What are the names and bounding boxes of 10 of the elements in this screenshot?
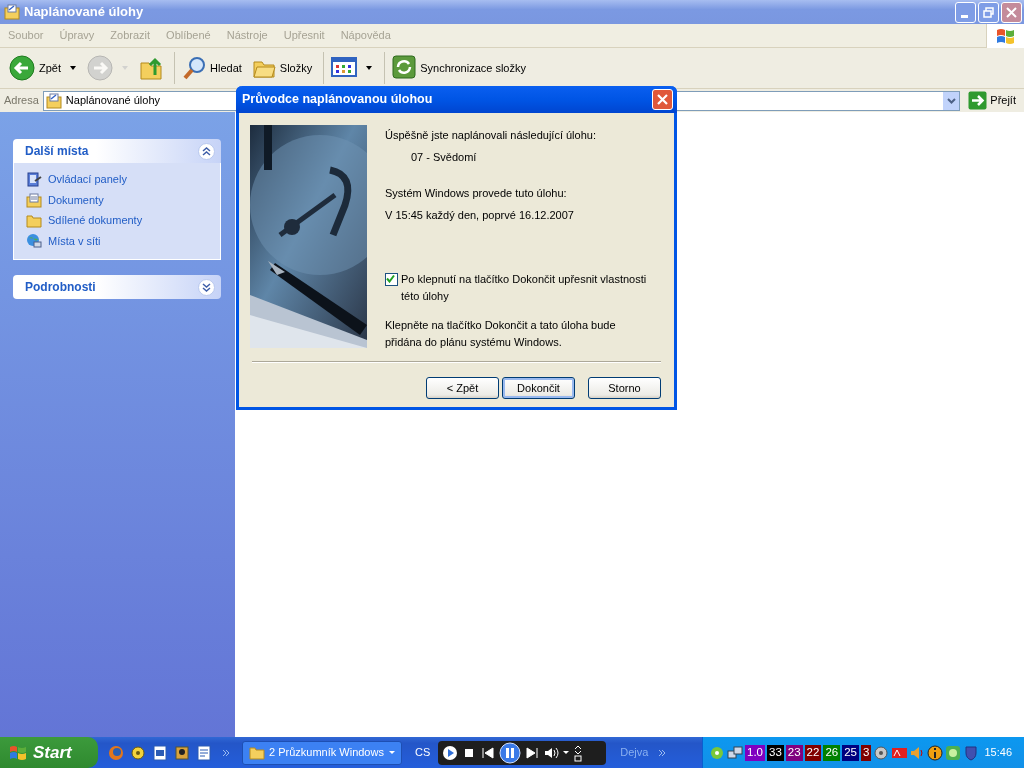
success-text: Úspěšně jste naplánovali následující úlohu: [385,128,597,143]
info-text: Klepněte na tlačítko Dokončit a tato úloha bude přidána do plánu systému Windows. [385,318,617,350]
schedule-text: V 15:45 každý den, poprvé 16.12.2007 [385,207,575,223]
task-name: 07 - Svědomí [411,149,478,165]
clock: 15:46 [984,745,1012,761]
dialog-title: Průvodce naplánovanou úlohou [242,91,434,109]
window-title: Naplánované úlohy [24,3,145,22]
schedule-label: Systém Windows provede tuto úlohu: [385,186,568,201]
toolbar-label: Dejva [620,745,649,761]
address-label: Adresa [4,93,39,109]
